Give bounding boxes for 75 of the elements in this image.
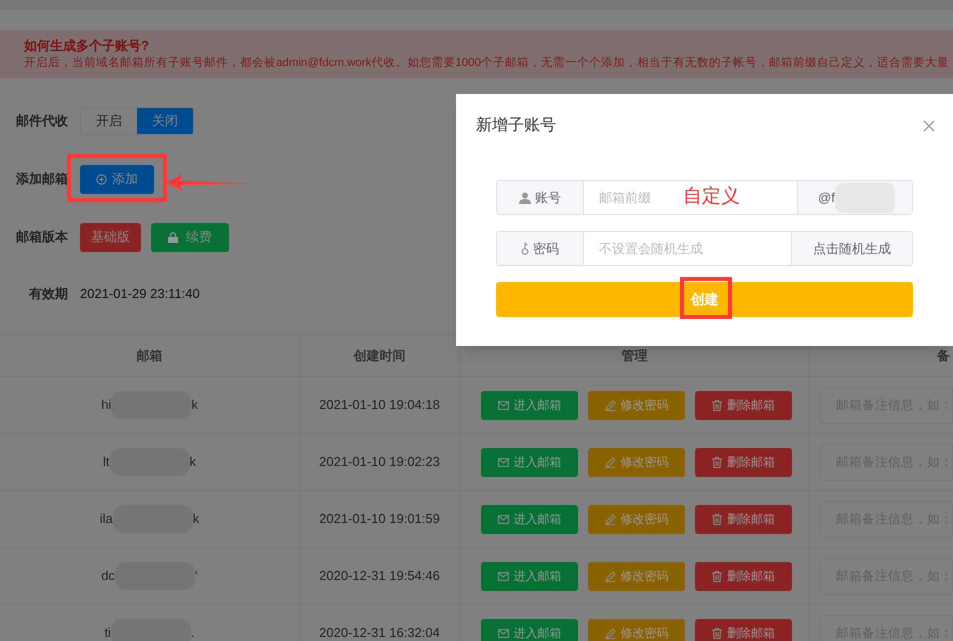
mail-icon	[498, 400, 508, 410]
dialog-title: 新增子账号	[476, 116, 556, 136]
field-label: 有效期	[28, 285, 68, 304]
mail-icon	[498, 628, 508, 638]
enter-mailbox-button[interactable]: 进入邮箱	[481, 448, 578, 476]
password-field[interactable]: 密码 不设置会随机生成 点击随机生成	[496, 231, 913, 266]
trash-icon	[712, 628, 722, 638]
created-time: 2021-01-10 19:02:23	[319, 453, 440, 472]
email-text: ‘	[194, 567, 198, 586]
expiry-date: 2021-01-29 23:11:40	[80, 285, 200, 304]
mail-icon	[498, 572, 508, 580]
pencil-icon	[604, 570, 616, 582]
enter-mailbox-button[interactable]: 进入邮箱	[481, 390, 578, 420]
created-time: 2021-01-10 19:04:18	[319, 396, 440, 414]
email-text: ti	[104, 624, 111, 641]
trash-icon	[712, 400, 722, 410]
column-header: 邮箱	[136, 346, 162, 365]
change-password-button[interactable]: 修改密码	[588, 448, 685, 476]
email-text: dc	[101, 567, 115, 586]
email-text: lt	[103, 453, 110, 472]
lock-icon	[168, 232, 178, 242]
delete-mailbox-button[interactable]: 删除邮箱	[695, 448, 792, 476]
column-header: 备	[937, 346, 950, 365]
enter-mailbox-button[interactable]: 进入邮箱	[481, 562, 578, 590]
created-time: 2020-12-31 19:54:46	[319, 567, 440, 586]
email-text: k	[191, 396, 198, 414]
pencil-icon	[604, 628, 616, 638]
email-text: ila	[100, 510, 113, 528]
annotation-label: 自定义	[683, 185, 740, 209]
renew-button[interactable]: 续费	[151, 222, 229, 252]
plus-circle-icon	[96, 174, 107, 184]
pencil-icon	[604, 400, 616, 410]
user-icon	[519, 192, 531, 204]
created-time: 2020-12-31 16:32:04	[319, 624, 440, 641]
change-password-button[interactable]: 修改密码	[588, 390, 685, 420]
email-text: k	[190, 453, 196, 472]
trash-icon	[712, 456, 722, 468]
email-text: .	[190, 624, 195, 641]
toggle-option[interactable]: 关闭	[137, 108, 193, 134]
field-label: 邮件代收	[15, 112, 68, 130]
mail-icon	[498, 514, 508, 524]
email-text: k	[192, 510, 200, 528]
domain-suffix: @f	[818, 188, 835, 207]
column-header: 管理	[622, 346, 648, 365]
created-time: 2021-01-10 19:01:59	[319, 510, 440, 528]
close-icon[interactable]	[923, 120, 935, 132]
delete-mailbox-button[interactable]: 删除邮箱	[695, 390, 792, 420]
change-password-button[interactable]: 修改密码	[588, 504, 685, 534]
email-text: hi	[101, 396, 112, 414]
account-label: 账号	[535, 188, 561, 207]
field-label: 添加邮箱	[15, 170, 68, 188]
password-label: 密码	[533, 240, 559, 258]
change-password-button[interactable]: 修改密码	[588, 618, 685, 641]
trash-icon	[712, 570, 722, 582]
add-button[interactable]: 添加	[80, 164, 154, 194]
version-button[interactable]: 基础版	[80, 222, 141, 252]
pencil-icon	[604, 456, 616, 468]
delete-mailbox-button[interactable]: 删除邮箱	[695, 562, 792, 590]
notice-title: 如何生成多个子账号?	[24, 37, 149, 54]
create-button[interactable]: 创建	[690, 289, 718, 310]
enter-mailbox-button[interactable]: 进入邮箱	[481, 618, 578, 641]
random-generate-button[interactable]: 点击随机生成	[791, 232, 912, 265]
field-label: 邮箱版本	[15, 228, 68, 246]
delete-mailbox-button[interactable]: 删除邮箱	[695, 504, 792, 534]
highlight-frame	[680, 277, 732, 319]
mail-icon	[498, 458, 508, 466]
notice-text: 开启后，当前域名邮箱所有子账号邮件，都会被admin@fdcm.work代收。如您需要1000个子邮箱，无需一个个添加，相当于有无数的子帐号，邮箱前缀自己定义，适合需要大量	[24, 55, 949, 71]
delete-mailbox-button[interactable]: 删除邮箱	[695, 618, 792, 641]
column-header: 创建时间	[354, 346, 406, 365]
change-password-button[interactable]: 修改密码	[588, 562, 685, 590]
trash-icon	[712, 514, 722, 524]
key-icon	[521, 242, 529, 255]
password-input[interactable]: 不设置会随机生成	[584, 232, 791, 265]
enter-mailbox-button[interactable]: 进入邮箱	[481, 504, 578, 534]
pencil-icon	[604, 514, 616, 524]
